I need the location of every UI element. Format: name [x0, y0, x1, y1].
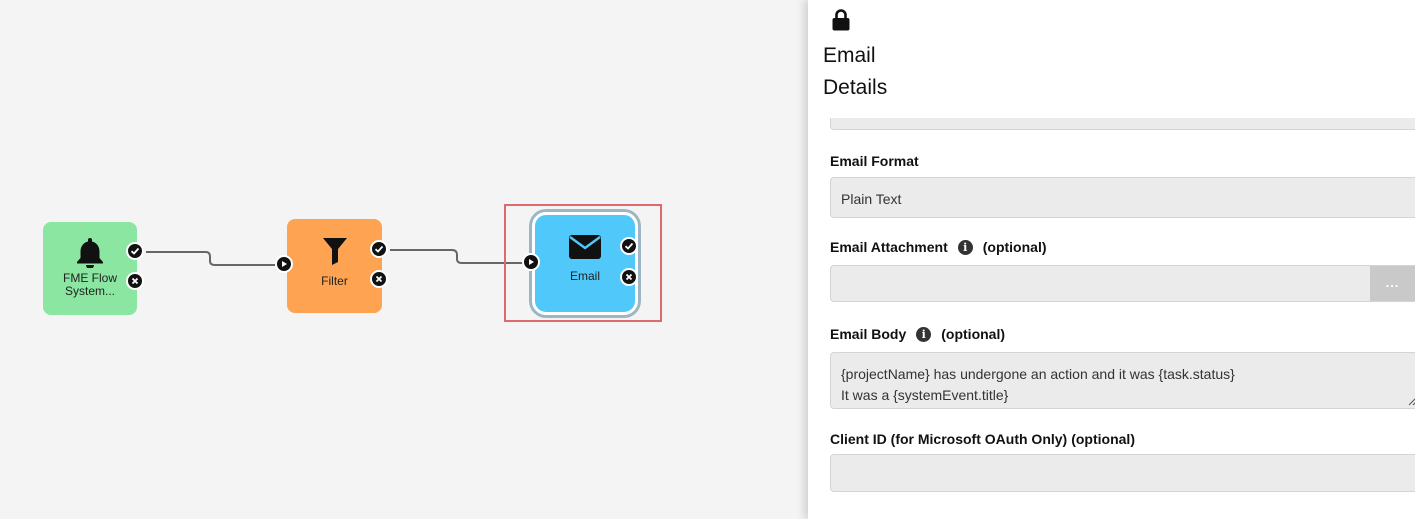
email-body-label-text: Email Body	[830, 326, 907, 342]
info-icon[interactable]: i	[916, 326, 932, 342]
client-id-input[interactable]	[830, 454, 1415, 492]
panel-header: Email Details	[808, 0, 1415, 118]
panel-subtitle: Details	[823, 76, 888, 99]
email-node[interactable]: Email	[522, 212, 638, 315]
x-icon	[625, 273, 633, 281]
failure-port[interactable]	[370, 270, 388, 288]
success-port[interactable]	[370, 240, 388, 258]
input-port[interactable]	[522, 253, 540, 271]
check-icon	[374, 245, 384, 253]
email-attachment-label: Email Attachment i (optional)	[830, 239, 1047, 255]
check-icon	[130, 247, 140, 255]
play-icon	[282, 261, 287, 267]
x-icon	[375, 275, 383, 283]
input-port[interactable]	[275, 255, 293, 273]
resize-grip-icon[interactable]	[1408, 397, 1415, 406]
optional-tag: (optional)	[982, 239, 1047, 255]
browse-attachment-button[interactable]: ...	[1370, 266, 1415, 301]
email-body-textarea[interactable]: {projectName} has undergone an action an…	[830, 352, 1415, 409]
email-body-line-2: It was a {systemEvent.title}	[841, 387, 1009, 403]
email-body-line-1: {projectName} has undergone an action an…	[841, 366, 1235, 382]
email-attachment-input[interactable]	[830, 265, 1415, 302]
success-port[interactable]	[126, 242, 144, 260]
workflow-canvas[interactable]: FME Flow System... Filter Email	[0, 0, 808, 519]
play-icon	[529, 259, 534, 265]
filter-node-label: Filter	[321, 274, 348, 288]
failure-port[interactable]	[620, 268, 638, 286]
email-details-panel: Email Details Email Format Plain Text Em…	[808, 0, 1415, 519]
check-icon	[624, 242, 634, 250]
filter-node[interactable]: Filter	[275, 219, 388, 313]
bell-icon	[77, 238, 103, 268]
optional-tag: (optional)	[1071, 431, 1135, 447]
optional-tag: (optional)	[941, 326, 1006, 342]
failure-port[interactable]	[126, 272, 144, 290]
email-format-label: Email Format	[830, 153, 919, 169]
funnel-icon	[322, 238, 347, 265]
email-node-label: Email	[569, 269, 600, 283]
client-id-label-text: Client ID (for Microsoft OAuth Only)	[830, 431, 1068, 447]
email-format-select[interactable]: Plain Text	[830, 177, 1415, 218]
info-icon[interactable]: i	[957, 239, 973, 255]
envelope-icon	[569, 235, 601, 259]
email-format-value: Plain Text	[841, 191, 902, 207]
panel-title: Email	[823, 44, 876, 67]
trigger-node-label-line2: System...	[64, 284, 115, 298]
client-id-label: Client ID (for Microsoft OAuth Only) (op…	[830, 431, 1135, 447]
trigger-node-fme-flow-system[interactable]: FME Flow System...	[43, 222, 144, 315]
wire-trigger-to-filter	[146, 251, 276, 266]
email-format-label-text: Email Format	[830, 153, 919, 169]
email-attachment-label-text: Email Attachment	[830, 239, 948, 255]
email-body-label: Email Body i (optional)	[830, 326, 1005, 342]
lock-icon[interactable]	[832, 9, 850, 31]
x-icon	[131, 277, 139, 285]
success-port[interactable]	[620, 237, 638, 255]
